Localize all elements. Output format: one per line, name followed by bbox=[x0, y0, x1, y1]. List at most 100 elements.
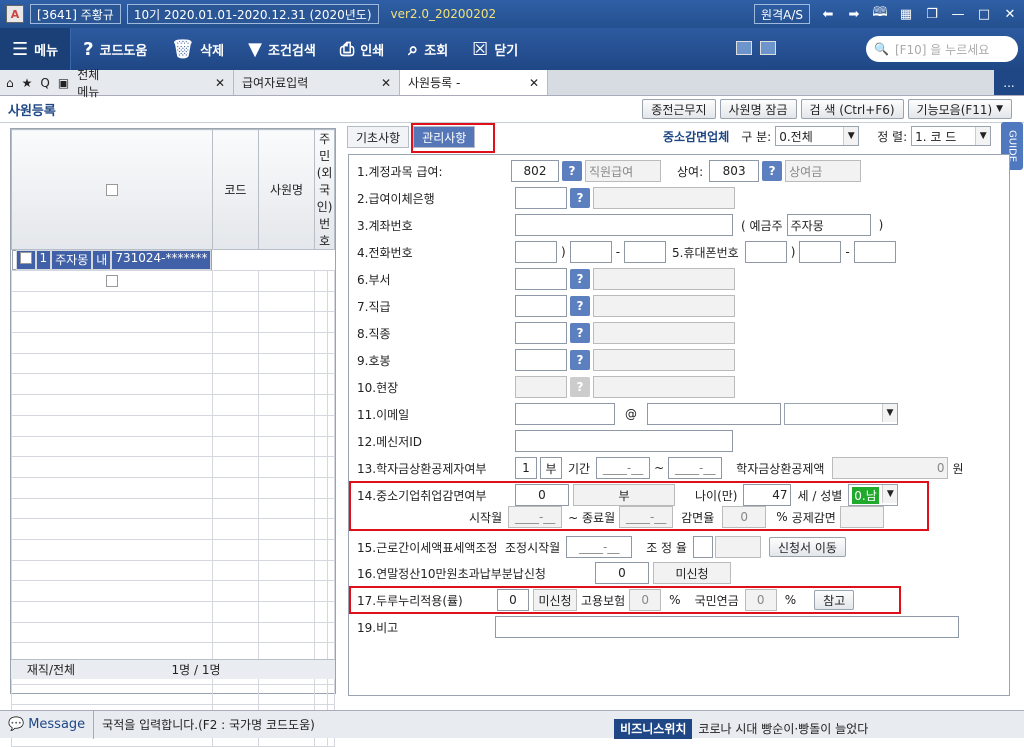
lookup-button[interactable]: ⌕ 조회 bbox=[396, 28, 460, 70]
mobile-area-input[interactable] bbox=[744, 241, 787, 263]
select-all-checkbox[interactable] bbox=[11, 129, 213, 250]
row-checkbox[interactable] bbox=[11, 559, 213, 582]
company-selector[interactable]: [3641] 주황규 bbox=[30, 4, 121, 24]
fiscal-period-selector[interactable]: 10기 2020.01.01-2020.12.31 (2020년도) bbox=[126, 4, 379, 24]
table-row[interactable] bbox=[11, 456, 335, 478]
previous-workplace-button[interactable]: 종전근무지 bbox=[642, 99, 716, 119]
gender-select[interactable]: 0.남 ▼ bbox=[848, 484, 899, 506]
row-checkbox[interactable] bbox=[11, 580, 213, 602]
holder-input[interactable]: 주자몽 bbox=[786, 214, 871, 236]
department-code-input[interactable] bbox=[515, 268, 567, 290]
email-domain-select[interactable]: ▼ bbox=[784, 403, 898, 425]
table-row[interactable] bbox=[11, 518, 335, 540]
gubun-select[interactable]: 0.전체 ▼ bbox=[775, 126, 860, 146]
row-checkbox[interactable] bbox=[11, 352, 213, 375]
age-input[interactable]: 47 bbox=[743, 484, 792, 506]
durunuri-input[interactable]: 0 bbox=[497, 589, 529, 611]
minimize-icon[interactable]: — bbox=[950, 6, 966, 22]
table-row[interactable] bbox=[11, 559, 335, 582]
table-row[interactable] bbox=[11, 394, 335, 416]
help-icon[interactable]: ? bbox=[570, 188, 590, 208]
table-row[interactable] bbox=[11, 621, 335, 644]
home-icon[interactable]: ⌂ bbox=[6, 76, 14, 90]
tab-all-menu-close[interactable]: ✕ bbox=[110, 70, 234, 95]
book-icon[interactable]: 🕮 bbox=[872, 5, 888, 22]
row-checkbox[interactable] bbox=[11, 270, 213, 292]
sort-select[interactable]: 1. 코 드 ▼ bbox=[911, 126, 992, 146]
table-row[interactable] bbox=[11, 332, 335, 354]
row-checkbox[interactable] bbox=[15, 249, 36, 271]
application-form-button[interactable]: 신청서 이동 bbox=[768, 537, 846, 557]
windows-icon[interactable]: ❐ bbox=[924, 6, 940, 22]
loan-to-input[interactable]: ____-__ bbox=[668, 457, 723, 479]
lock-name-button[interactable]: 사원명 잠금 bbox=[719, 99, 797, 119]
table-row[interactable] bbox=[11, 373, 335, 396]
menu-button[interactable]: ☰ 메뉴 bbox=[0, 28, 72, 70]
bonus-account-code[interactable]: 803 bbox=[709, 160, 760, 182]
star-icon[interactable]: ★ bbox=[22, 76, 33, 90]
menu-search-input[interactable]: 🔍 [F10] 을 누르세요 bbox=[866, 36, 1018, 62]
adj-start-input[interactable]: ____-__ bbox=[566, 536, 633, 558]
row-checkbox[interactable] bbox=[11, 332, 213, 354]
table-row[interactable] bbox=[11, 352, 335, 375]
tab-payroll-input[interactable]: 급여자료입력 ✕ bbox=[234, 70, 400, 95]
tab-basic-info[interactable]: 기초사항 bbox=[347, 126, 410, 148]
grid-icon[interactable]: ▦ bbox=[898, 6, 914, 22]
table-row[interactable] bbox=[11, 580, 335, 602]
step-code-input[interactable] bbox=[515, 349, 567, 371]
row-checkbox[interactable] bbox=[11, 290, 213, 313]
email-domain-input[interactable] bbox=[647, 403, 781, 425]
messenger-input[interactable] bbox=[515, 430, 733, 452]
search-button[interactable]: 검 색 (Ctrl+F6) bbox=[800, 99, 904, 119]
row-checkbox[interactable] bbox=[11, 683, 213, 706]
row-checkbox[interactable] bbox=[11, 476, 213, 499]
table-row[interactable] bbox=[11, 311, 335, 334]
help-icon[interactable]: ? bbox=[570, 296, 590, 316]
bank-code-input[interactable] bbox=[515, 187, 567, 209]
adj-rate-input[interactable] bbox=[692, 536, 713, 558]
close-icon[interactable]: ✕ bbox=[381, 76, 391, 90]
rank-code-input[interactable] bbox=[515, 295, 567, 317]
row-checkbox[interactable] bbox=[11, 311, 213, 334]
row-checkbox[interactable] bbox=[11, 621, 213, 644]
window-cascade-icon[interactable] bbox=[760, 41, 776, 55]
mobile-mid-input[interactable] bbox=[799, 241, 842, 263]
row-checkbox[interactable] bbox=[11, 497, 213, 520]
job-type-code-input[interactable] bbox=[515, 322, 567, 344]
row-checkbox[interactable] bbox=[11, 518, 213, 540]
table-row[interactable]: 1 주자몽 내 731024-******* bbox=[11, 249, 213, 271]
salary-account-code[interactable]: 802 bbox=[511, 160, 559, 182]
help-icon[interactable]: ? bbox=[570, 269, 590, 289]
installment-input[interactable]: 0 bbox=[595, 562, 649, 584]
table-row[interactable] bbox=[11, 683, 335, 706]
more-tabs-button[interactable]: ... bbox=[994, 70, 1024, 95]
all-menu-label[interactable]: 전체메뉴 bbox=[77, 66, 110, 100]
row-checkbox[interactable] bbox=[11, 435, 213, 458]
table-row[interactable] bbox=[11, 538, 335, 561]
calendar-icon[interactable]: ▣ bbox=[58, 76, 69, 90]
function-menu-button[interactable]: 기능모음(F11) ▼ bbox=[907, 99, 1012, 119]
print-button[interactable]: ⎙ 인쇄 bbox=[328, 28, 396, 70]
search-q-icon[interactable]: Q bbox=[40, 76, 49, 90]
email-user-input[interactable] bbox=[515, 403, 615, 425]
maximize-icon[interactable]: □ bbox=[976, 6, 992, 22]
row-checkbox[interactable] bbox=[11, 414, 213, 437]
table-row[interactable] bbox=[11, 414, 335, 437]
table-row[interactable] bbox=[11, 435, 335, 458]
business-switch-label[interactable]: 비즈니스위치 bbox=[614, 718, 693, 739]
row-checkbox[interactable] bbox=[11, 456, 213, 478]
phone-mid-input[interactable] bbox=[569, 241, 612, 263]
table-row[interactable] bbox=[11, 601, 335, 623]
phone-last-input[interactable] bbox=[624, 241, 667, 263]
close-icon[interactable]: ✕ bbox=[1002, 6, 1018, 22]
window-tile-icon[interactable] bbox=[736, 41, 752, 55]
note-input[interactable] bbox=[495, 616, 959, 638]
account-no-input[interactable] bbox=[515, 214, 733, 236]
news-ticker[interactable]: 코로나 시대 빵순이·빵돌이 늘었다 bbox=[692, 720, 868, 737]
row-checkbox[interactable] bbox=[11, 538, 213, 561]
filter-search-button[interactable]: ▼ 조건검색 bbox=[236, 28, 328, 70]
student-loan-flag-input[interactable]: 1 bbox=[515, 457, 537, 479]
help-icon[interactable]: ? bbox=[570, 350, 590, 370]
phone-area-input[interactable] bbox=[515, 241, 557, 263]
message-button[interactable]: 💬 Message bbox=[0, 710, 95, 739]
